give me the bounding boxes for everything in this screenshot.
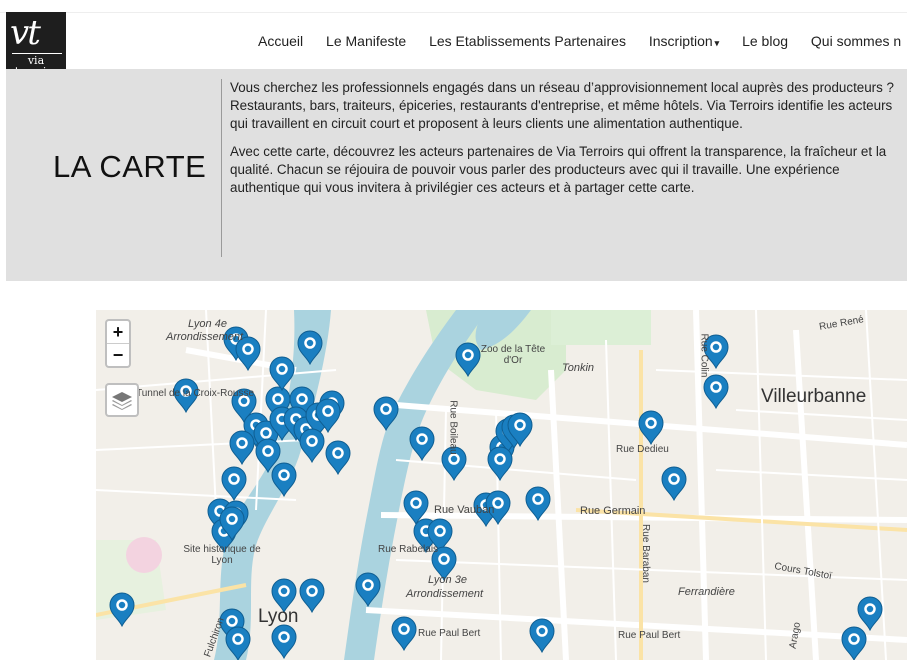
map-label-rue-rabelais: Rue Rabelais: [378, 544, 439, 555]
map-label-rue-baraban: Rue Baraban: [639, 524, 651, 583]
chevron-down-icon: ▾: [714, 38, 720, 48]
nav-manifeste[interactable]: Le Manifeste: [326, 33, 406, 49]
map-label-tonkin: Tonkin: [562, 362, 595, 374]
map-label-lyon: Lyon: [258, 606, 299, 627]
zoom-out-button[interactable]: −: [107, 344, 129, 366]
map-label-ferrandiere: Ferrandière: [678, 586, 735, 598]
map-label-rue-colin: Rue Colin: [698, 333, 710, 378]
partners-map[interactable]: Lyon 4e Arrondissement Tunnel de la Croi…: [96, 310, 907, 660]
map-label-rue-paul-bert-2: Rue Paul Bert: [618, 630, 681, 641]
nav-accueil[interactable]: Accueil: [258, 33, 303, 49]
layers-button[interactable]: [105, 383, 139, 417]
map-label-zoo: Zoo de la Tête d'Or: [480, 344, 546, 366]
hero-paragraph-1: Vous cherchez les professionnels engagés…: [230, 80, 894, 131]
nav-qui-sommes-nous[interactable]: Qui sommes n: [811, 33, 901, 49]
map-label-arr4: Arrondissement: [166, 331, 244, 343]
map-label-rue-paul-bert-1: Rue Paul Bert: [418, 628, 481, 639]
map-label-lyon4e: Lyon 4e: [188, 318, 227, 330]
hero-paragraph-2: Avec cette carte, découvrez les acteurs …: [230, 144, 887, 195]
logo-mark: vt: [10, 13, 41, 53]
map-label-rue-dedieu: Rue Dedieu: [616, 444, 669, 455]
nav-inscription[interactable]: Inscription ▾: [649, 33, 719, 49]
map-label-rue-boileau: Rue Boileau: [447, 400, 459, 455]
layers-icon: [112, 392, 132, 410]
zoom-control: + −: [105, 319, 131, 368]
map-label-site-historique: Site historique de Lyon: [183, 544, 261, 566]
nav-inscription-label: Inscription: [648, 33, 713, 49]
hero-section: LA CARTE Vous cherchez les professionnel…: [6, 69, 907, 281]
map-label-arr3: Arrondissement: [406, 588, 484, 600]
main-nav: Accueil Le Manifeste Les Etablissements …: [258, 33, 907, 49]
hero-divider: [221, 79, 222, 257]
hero-description: Vous cherchez les professionnels engagés…: [230, 79, 895, 207]
page-title: LA CARTE: [53, 149, 207, 184]
zoom-in-button[interactable]: +: [107, 321, 129, 344]
top-bar: [0, 0, 907, 13]
map-label-villeurbanne: Villeurbanne: [761, 386, 867, 407]
map-label-rue-germain: Rue Germain: [580, 505, 646, 517]
map-label-rue-vauban: Rue Vauban: [434, 504, 495, 516]
map-label-lyon3e: Lyon 3e: [428, 574, 467, 586]
nav-etablissements[interactable]: Les Etablissements Partenaires: [429, 33, 626, 49]
map-label-tunnel: Tunnel de la Croix-Rousse: [136, 388, 255, 399]
nav-blog[interactable]: Le blog: [742, 33, 788, 49]
